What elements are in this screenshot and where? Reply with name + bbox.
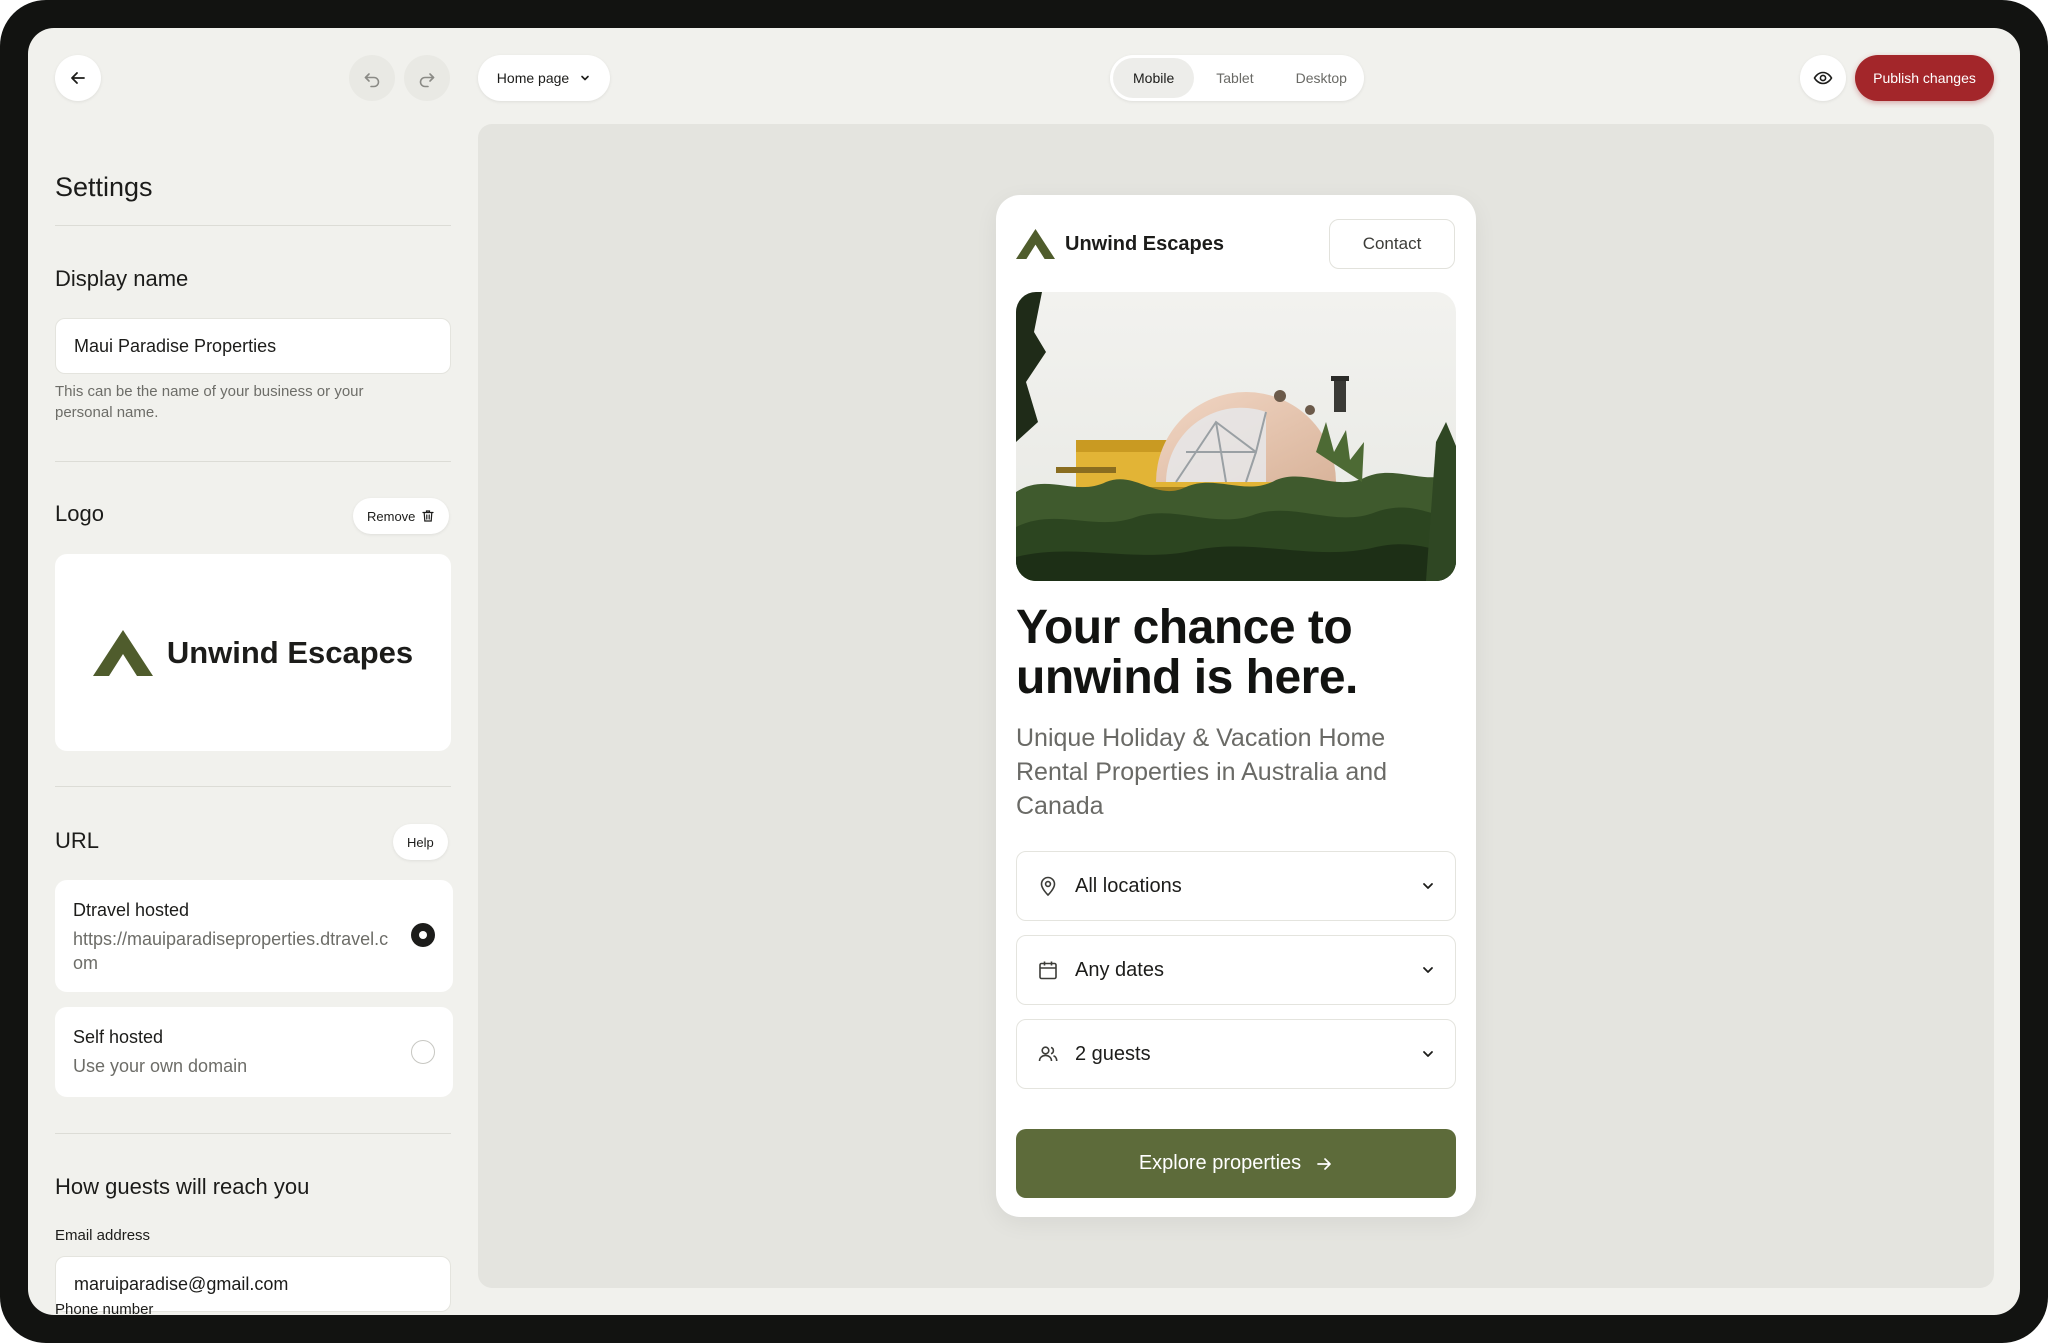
url-option-title: Self hosted: [73, 1027, 164, 1047]
settings-title: Settings: [55, 172, 153, 202]
arrow-left-icon: [71, 72, 85, 84]
dates-dropdown[interactable]: Any dates: [1016, 935, 1456, 1005]
arrow-right-icon: [1317, 1157, 1332, 1170]
tab-tablet[interactable]: Tablet: [1196, 58, 1273, 98]
back-button[interactable]: [55, 55, 101, 101]
url-option-subtitle: https://mauiparadiseproperties.dtravel.c…: [73, 929, 389, 973]
preview-button[interactable]: [1800, 55, 1846, 101]
preview-brand[interactable]: Unwind Escapes: [1016, 229, 1224, 259]
undo-button[interactable]: [349, 55, 395, 101]
remove-logo-label: Remove: [367, 508, 416, 524]
url-option-dtravel-hosted[interactable]: Dtravel hosted https://mauiparadiseprope…: [55, 880, 453, 992]
phone-label: Phone number: [55, 1301, 154, 1315]
redo-button[interactable]: [404, 55, 450, 101]
tab-mobile[interactable]: Mobile: [1113, 58, 1195, 98]
logo-preview-card[interactable]: Unwind Escapes: [55, 554, 451, 751]
explore-properties-button[interactable]: Explore properties: [1016, 1129, 1456, 1198]
url-option-subtitle: Use your own domain: [73, 1056, 248, 1076]
page-select-label: Home page: [496, 70, 570, 86]
location-pin-icon: [1040, 876, 1056, 897]
url-label: URL: [55, 828, 100, 853]
preview-brand-name: Unwind Escapes: [1065, 232, 1224, 255]
radio-selected[interactable]: [411, 923, 435, 947]
url-help-label: Help: [407, 834, 434, 850]
undo-icon: [364, 73, 380, 88]
trash-icon: [422, 510, 435, 522]
url-help-button[interactable]: Help: [393, 824, 448, 860]
preview-headline: Your chance to unwind is here.: [1016, 601, 1358, 704]
chevron-down-icon: [1423, 1051, 1433, 1057]
app-screen: Home page Mobile Tablet Desktop Publish …: [28, 28, 2020, 1315]
divider: [55, 225, 451, 226]
contact-button[interactable]: Contact: [1329, 219, 1455, 269]
radio-unselected[interactable]: [411, 1040, 435, 1064]
email-label: Email address: [55, 1227, 151, 1244]
redo-icon: [419, 73, 435, 88]
chevron-down-icon: [581, 75, 589, 81]
dates-dropdown-label: Any dates: [1075, 958, 1164, 981]
display-name-input[interactable]: Maui Paradise Properties: [55, 318, 451, 374]
guests-icon: [1038, 1046, 1058, 1062]
divider: [55, 1133, 451, 1134]
calendar-icon: [1039, 961, 1057, 980]
device-switch: Mobile Tablet Desktop: [1110, 55, 1364, 101]
reach-label: How guests will reach you: [55, 1174, 310, 1199]
divider: [55, 786, 451, 787]
remove-logo-button[interactable]: Remove: [353, 498, 450, 534]
mobile-preview: Unwind Escapes Contact Your chance to un…: [996, 195, 1476, 1217]
brand-logo-icon: [92, 629, 153, 676]
device-bezel: Home page Mobile Tablet Desktop Publish …: [0, 0, 2048, 1343]
logo-brand-name: Unwind Escapes: [166, 634, 414, 670]
preview-subheadline: Unique Holiday & Vacation Home Rental Pr…: [1016, 724, 1388, 820]
divider: [55, 461, 451, 462]
tab-desktop[interactable]: Desktop: [1276, 58, 1367, 98]
eye-icon: [1813, 71, 1833, 85]
url-option-title: Dtravel hosted: [73, 900, 190, 920]
explore-properties-label: Explore properties: [1138, 1152, 1302, 1174]
brand-logo-icon: [1016, 229, 1055, 259]
page-select-dropdown[interactable]: Home page: [478, 55, 610, 101]
guests-dropdown[interactable]: 2 guests: [1016, 1019, 1456, 1089]
chevron-down-icon: [1423, 967, 1433, 973]
display-name-label: Display name: [55, 266, 189, 291]
hero-image: [1016, 292, 1456, 581]
publish-changes-button[interactable]: Publish changes: [1855, 55, 1994, 101]
url-option-self-hosted[interactable]: Self hosted Use your own domain: [55, 1007, 453, 1097]
location-dropdown-label: All locations: [1075, 874, 1182, 897]
preview-canvas: Unwind Escapes Contact Your chance to un…: [478, 124, 1994, 1288]
logo-label: Logo: [55, 501, 104, 526]
hero-dome-photo: [1016, 292, 1456, 581]
display-name-hint: This can be the name of your business or…: [55, 383, 364, 421]
guests-dropdown-label: 2 guests: [1075, 1042, 1151, 1065]
location-dropdown[interactable]: All locations: [1016, 851, 1456, 921]
chevron-down-icon: [1423, 883, 1433, 889]
